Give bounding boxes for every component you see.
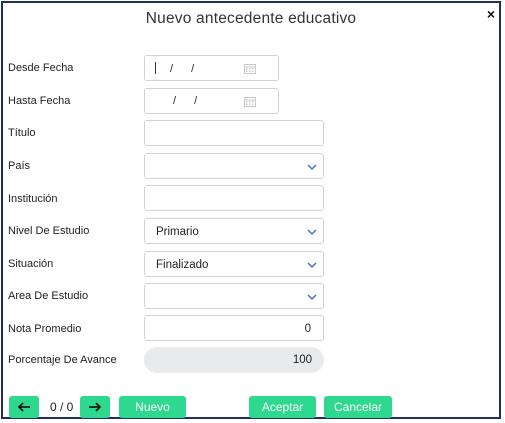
area-de-estudio-label: Area De Estudio xyxy=(8,290,89,302)
close-icon[interactable]: × xyxy=(487,6,495,22)
porcentaje-de-avance-value: 100 xyxy=(292,354,312,366)
chevron-down-icon xyxy=(307,262,317,268)
porcentaje-de-avance-bar: 100 xyxy=(144,347,324,373)
titulo-label: Título xyxy=(8,127,36,139)
institucion-input[interactable] xyxy=(144,185,324,211)
dialog-title: Nuevo antecedente educativo xyxy=(145,10,357,27)
porcentaje-de-avance-label: Porcentaje De Avance xyxy=(8,354,117,366)
situacion-label: Situación xyxy=(8,258,54,270)
nivel-de-estudio-value: Primario xyxy=(156,226,199,238)
situacion-value: Finalizado xyxy=(156,259,209,271)
situacion-select[interactable]: Finalizado xyxy=(144,251,324,277)
chevron-down-icon xyxy=(307,164,317,170)
nota-promedio-input[interactable]: 0 xyxy=(144,315,324,341)
hasta-fecha-value: / / xyxy=(173,95,198,107)
desde-fecha-value: / / xyxy=(155,62,194,75)
chevron-down-icon xyxy=(307,294,317,300)
nivel-de-estudio-label: Nivel De Estudio xyxy=(8,225,90,237)
nota-promedio-value: 0 xyxy=(304,323,311,335)
institucion-label: Institución xyxy=(8,193,58,205)
titulo-input[interactable] xyxy=(144,120,324,146)
next-button[interactable] xyxy=(80,396,110,418)
record-counter: 0 / 0 xyxy=(50,400,74,414)
aceptar-button[interactable]: Aceptar xyxy=(249,396,316,418)
cancelar-button[interactable]: Cancelar xyxy=(324,396,392,418)
nivel-de-estudio-select[interactable]: Primario xyxy=(144,218,324,244)
hasta-fecha-input[interactable]: / / xyxy=(144,88,279,114)
desde-fecha-label: Desde Fecha xyxy=(8,62,74,74)
arrow-right-icon xyxy=(89,402,102,412)
calendar-icon[interactable] xyxy=(244,96,256,107)
chevron-down-icon xyxy=(307,229,317,235)
nuevo-button[interactable]: Nuevo xyxy=(119,396,186,418)
calendar-icon[interactable] xyxy=(244,63,256,74)
pais-label: País xyxy=(8,160,31,172)
previous-button[interactable] xyxy=(9,396,39,418)
arrow-left-icon xyxy=(17,402,30,412)
area-de-estudio-select[interactable] xyxy=(144,283,324,309)
nota-promedio-label: Nota Promedio xyxy=(8,323,82,335)
desde-fecha-input[interactable]: / / xyxy=(144,55,279,81)
hasta-fecha-label: Hasta Fecha xyxy=(8,95,71,107)
dialog: Nuevo antecedente educativo × Desde Fech… xyxy=(1,1,501,419)
pais-select[interactable] xyxy=(144,153,324,179)
